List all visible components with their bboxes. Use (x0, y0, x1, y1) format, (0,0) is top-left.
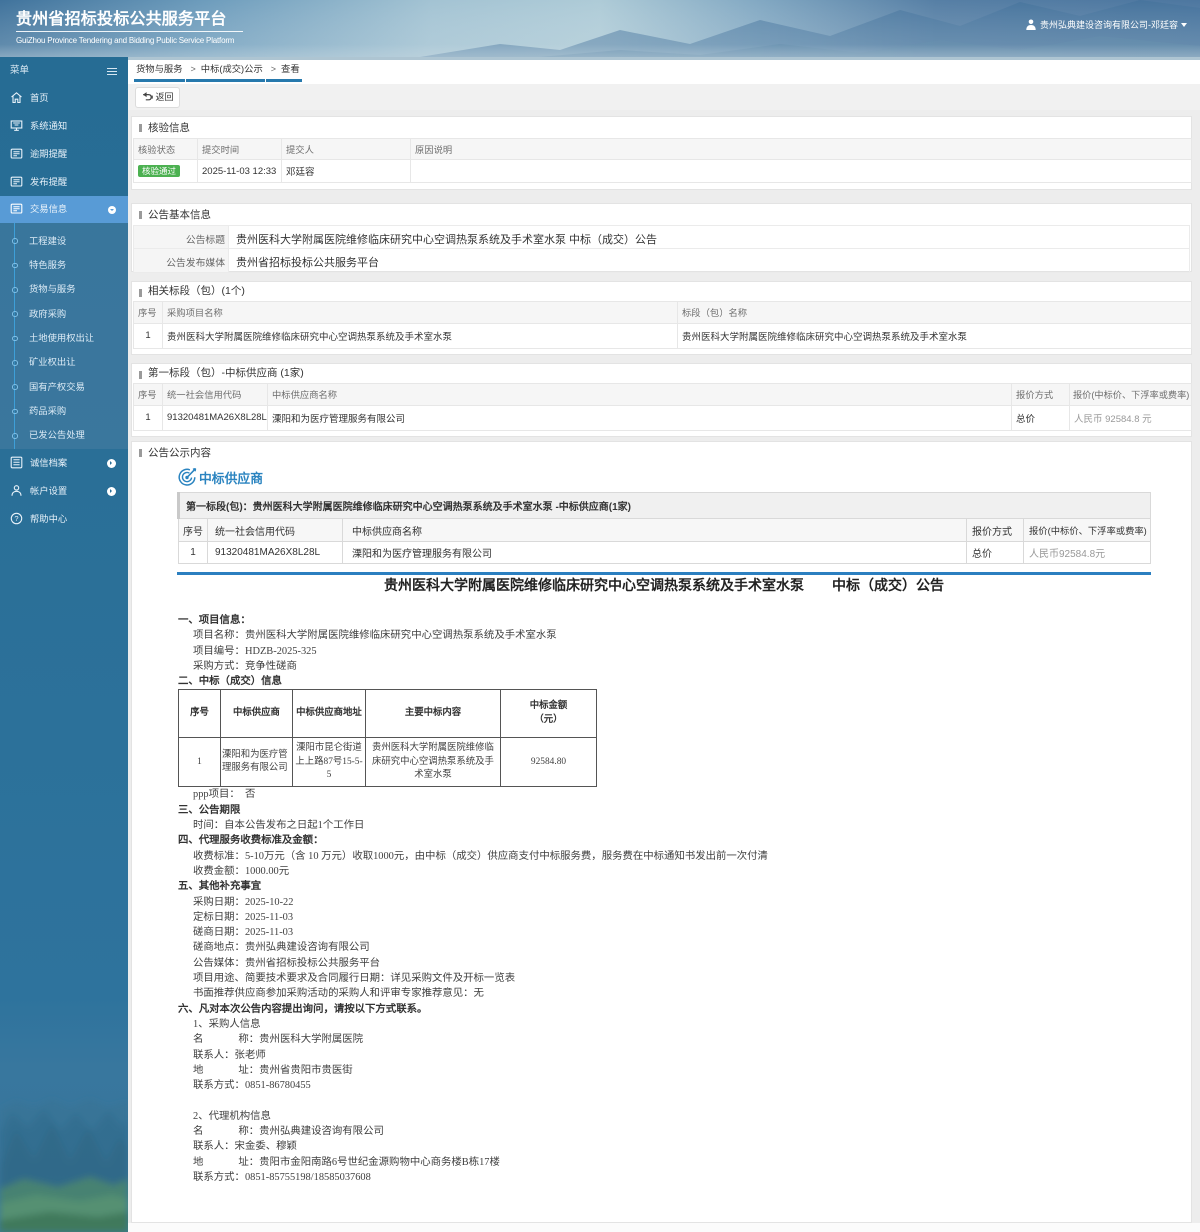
svg-text:?: ? (14, 514, 18, 523)
